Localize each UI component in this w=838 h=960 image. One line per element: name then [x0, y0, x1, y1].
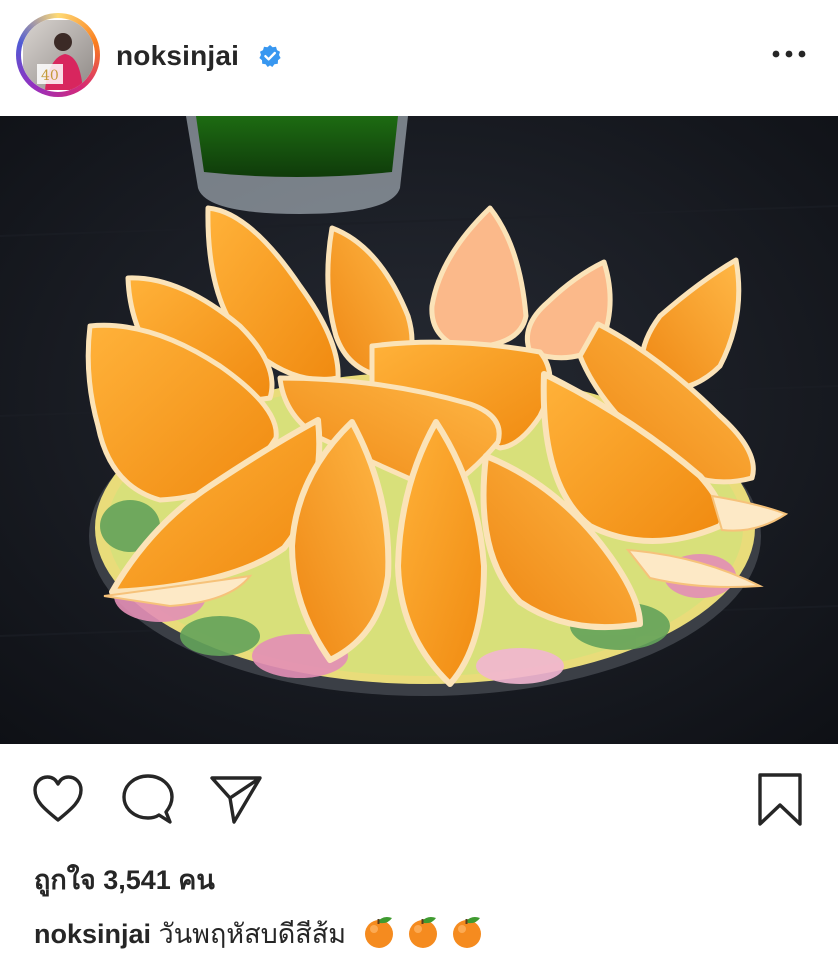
post-photo[interactable]: [0, 116, 838, 744]
heart-icon[interactable]: [30, 772, 86, 828]
bookmark-icon[interactable]: [752, 772, 808, 828]
avatar-story-ring[interactable]: 40: [16, 13, 100, 97]
caption: noksinjai วันพฤหัสบดีสีส้ม: [34, 912, 494, 956]
comment-icon[interactable]: [120, 772, 176, 828]
post-header: 40 noksinjai: [0, 0, 838, 116]
orange-plate-image: [0, 116, 838, 744]
instagram-post: 40 noksinjai ถูกใจ 3,541 คน noksinjai วั…: [0, 0, 838, 960]
likes-count[interactable]: ถูกใจ 3,541 คน: [34, 858, 215, 901]
avatar[interactable]: 40: [21, 18, 95, 92]
post-action-bar: [0, 744, 838, 844]
caption-text: วันพฤหัสบดีสีส้ม: [158, 919, 347, 949]
tangerine-emoji-icon: [452, 917, 481, 948]
caption-emoji-row: [362, 915, 494, 956]
tangerine-emoji-icon: [408, 917, 437, 948]
svg-text:40: 40: [41, 68, 59, 84]
send-icon[interactable]: [208, 772, 264, 828]
post-username[interactable]: noksinjai: [116, 40, 239, 72]
tangerine-emoji-icon: [364, 917, 393, 948]
avatar-image: 40: [23, 20, 93, 90]
verified-badge-icon: [259, 45, 281, 67]
more-options-icon[interactable]: [770, 42, 808, 66]
caption-username[interactable]: noksinjai: [34, 919, 151, 949]
